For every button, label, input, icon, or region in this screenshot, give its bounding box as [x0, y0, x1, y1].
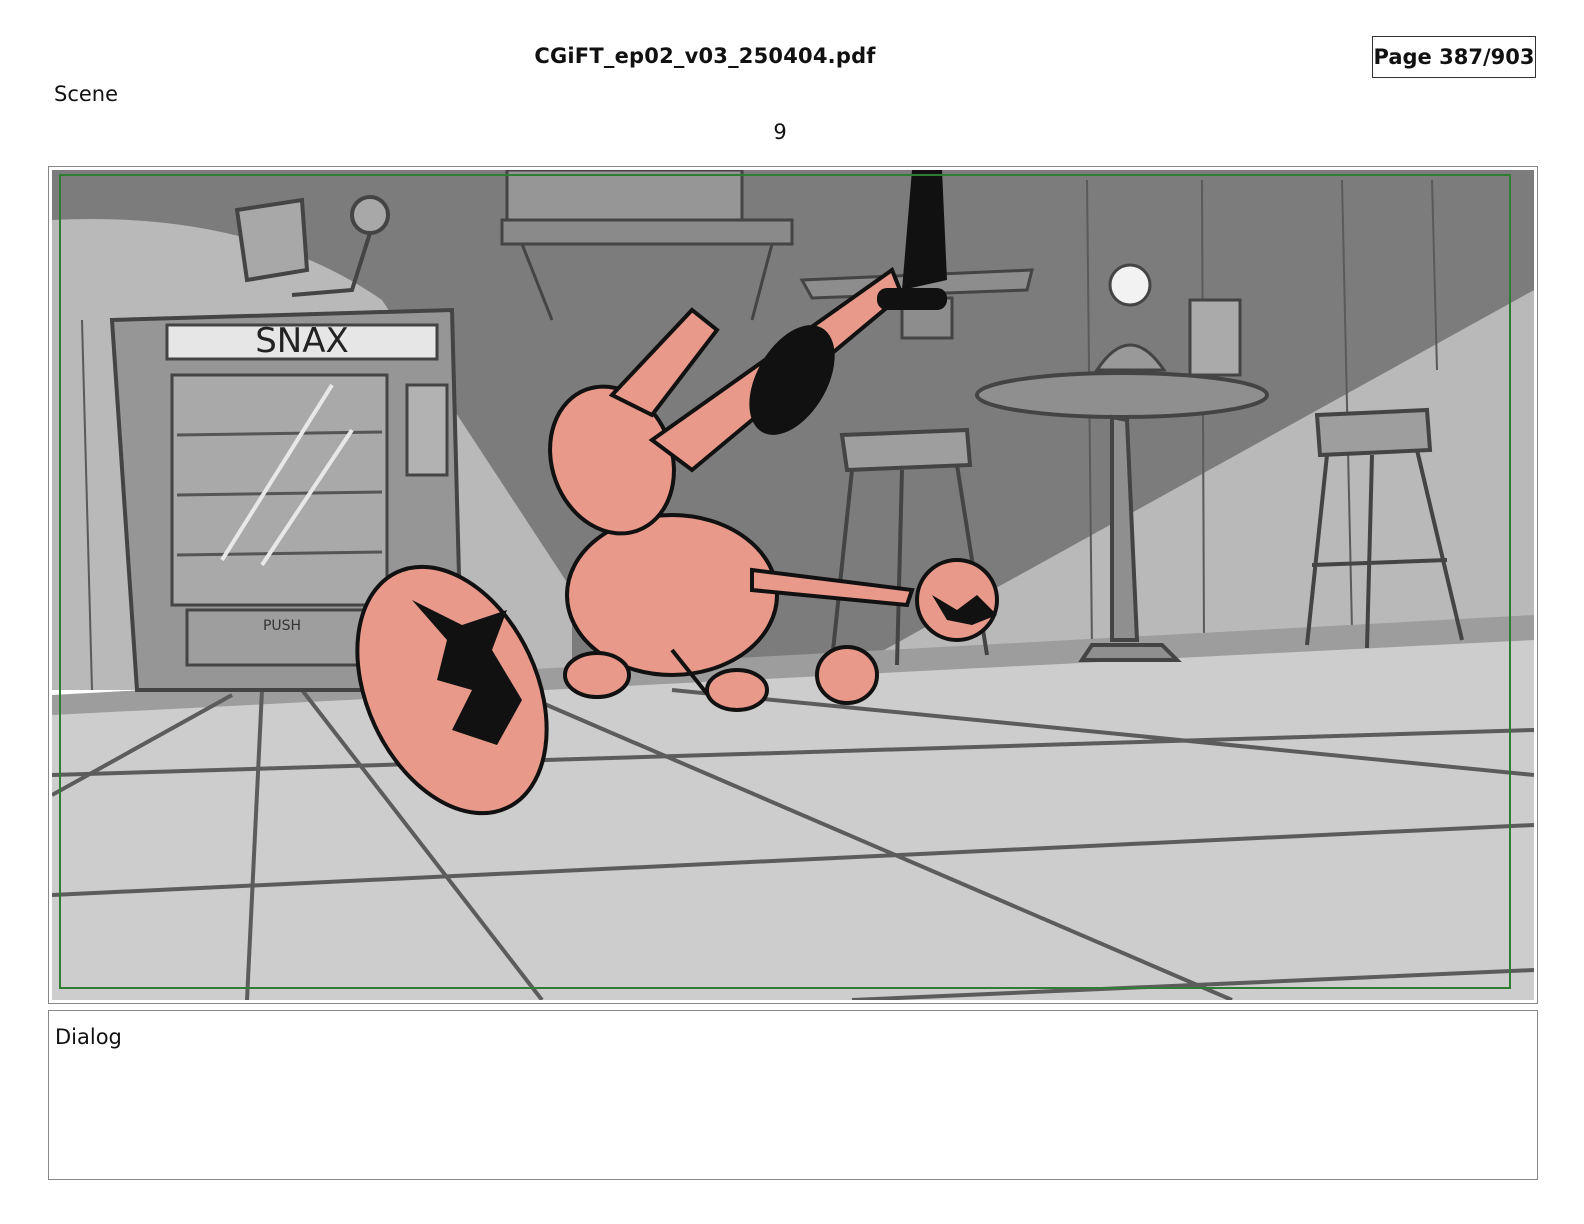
- scene-number: 9: [773, 120, 787, 144]
- push-flap-label: PUSH: [263, 618, 301, 634]
- dialog-label: Dialog: [55, 1025, 122, 1049]
- drink-glass: [1188, 298, 1242, 377]
- snax-sign: SNAX: [255, 321, 349, 361]
- page-indicator: Page 387/903: [1372, 36, 1536, 78]
- dialog-box: Dialog: [48, 1010, 1538, 1180]
- document-title: CGiFT_ep02_v03_250404.pdf: [534, 44, 876, 68]
- storyboard-drawing: SNAX PUSH: [52, 170, 1534, 1000]
- scene-label: Scene: [54, 82, 119, 106]
- storyboard-panel: SNAX PUSH: [48, 166, 1538, 1004]
